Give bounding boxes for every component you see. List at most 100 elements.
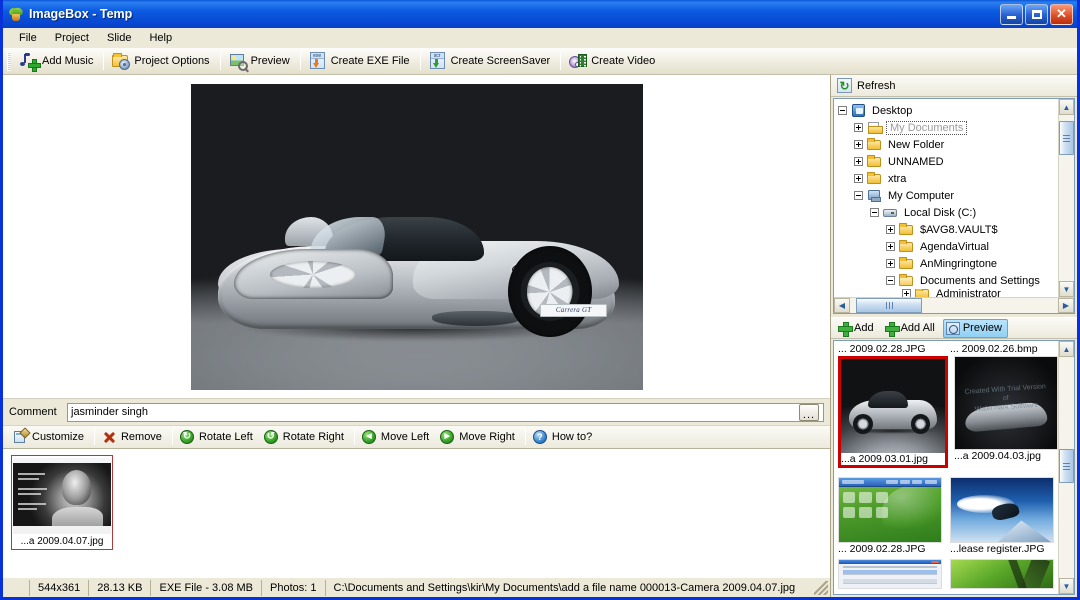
hscroll-thumb[interactable] [856,298,922,313]
scroll-left-button[interactable]: ◀ [834,298,850,313]
tree-toggle[interactable] [870,208,879,217]
menu-slide[interactable]: Slide [99,30,139,46]
tree-item-my-computer[interactable]: My Computer [838,187,1058,204]
tree-item-my-documents[interactable]: My Documents [838,119,1058,136]
scroll-thumb[interactable] [1059,121,1074,155]
thumbnails-grid[interactable]: ... 2009.02.28.JPG ... 2009.02.26.bmp ..… [834,341,1058,594]
scroll-track[interactable] [1059,115,1074,281]
refresh-label[interactable]: Refresh [857,80,896,92]
thumbnails-preview-label: Preview [962,322,1002,334]
slide-preview-area[interactable]: Carrera GT [3,75,830,399]
preview-button[interactable]: Preview [224,50,297,73]
thumbnail-item[interactable] [950,559,1056,589]
remove-button[interactable]: Remove [98,427,169,448]
move-left-button[interactable]: ◀ Move Left [358,427,436,448]
scroll-up-button[interactable]: ▲ [1059,341,1074,357]
thumbnail-caption: ... 2009.02.26.bmp [950,343,1038,355]
tree-item-label: Local Disk (C:) [904,206,977,219]
resize-grip[interactable] [814,580,828,595]
menu-file[interactable]: File [11,30,45,46]
create-video-button[interactable]: Create Video [564,50,662,73]
minimize-button[interactable] [1000,3,1023,25]
tree-toggle[interactable] [886,225,895,234]
tree-item-agendavirtual[interactable]: AgendaVirtual [838,238,1058,255]
thumbnail-image [838,477,942,543]
tree-vertical-scrollbar[interactable]: ▲ ▼ [1058,99,1074,297]
thumbnail-item[interactable]: ...lease register.JPG [950,477,1056,555]
refresh-icon [837,78,852,93]
tree-toggle[interactable] [886,259,895,268]
folder-icon [867,154,883,169]
desktop-icon [851,103,867,118]
how-to-label: How to? [551,431,593,443]
title-separator: - [92,7,97,21]
thumbnail-item-selected[interactable]: ...a 2009.03.01.jpg [838,356,948,468]
comment-browse-button[interactable]: ... [799,403,819,421]
create-screensaver-button[interactable]: scr Create ScreenSaver [424,50,558,73]
thumbnail-item[interactable] [838,559,944,589]
close-button[interactable]: ✕ [1050,3,1073,25]
menu-project[interactable]: Project [47,30,97,46]
add-music-label: Add Music [42,55,94,67]
tree-toggle[interactable] [838,106,847,115]
rotate-right-button[interactable]: ↺ Rotate Right [260,427,351,448]
add-all-label: Add All [900,322,935,334]
scroll-down-button[interactable]: ▼ [1059,578,1074,594]
hscroll-track[interactable] [850,298,1058,313]
scroll-up-button[interactable]: ▲ [1059,99,1074,115]
tree-item-administrator[interactable]: Administrator [838,289,1058,297]
status-exe-info: EXE File - 3.08 MB [151,579,263,596]
scroll-track[interactable] [1059,357,1074,578]
add-button[interactable]: Add [835,319,880,338]
tree-toggle[interactable] [854,174,863,183]
tree-item-documents-and-settings[interactable]: Documents and Settings [838,272,1058,289]
tree-item-anmingringtone[interactable]: AnMingringtone [838,255,1058,272]
tree-item-local-disk[interactable]: Local Disk (C:) [838,204,1058,221]
tree-toggle[interactable] [886,276,895,285]
add-music-button[interactable]: Add Music [15,50,100,73]
tree-item-new-folder[interactable]: New Folder [838,136,1058,153]
slide-filmstrip[interactable]: ...a 2009.04.07.jpg [3,449,830,577]
thumbnail-caption: ...lease register.JPG [950,543,1045,555]
tree-horizontal-scrollbar[interactable]: ◀ ▶ [834,297,1074,313]
tree-item-xtra[interactable]: xtra [838,170,1058,187]
move-right-button[interactable]: ▶ Move Right [436,427,522,448]
tree-toggle[interactable] [902,289,911,297]
comment-input[interactable]: jasminder singh ... [67,402,824,422]
thumbnails-vertical-scrollbar[interactable]: ▲ ▼ [1058,341,1074,594]
toolbar-grip[interactable] [7,51,11,71]
menu-help[interactable]: Help [141,30,180,46]
filmstrip-slide[interactable]: ...a 2009.04.07.jpg [11,455,113,550]
body-split: Carrera GT Comment jasminder singh ... C… [3,75,1077,597]
folder-tree[interactable]: Desktop My Documents New Folder UNNAMED … [834,99,1058,297]
add-all-button[interactable]: Add All [882,319,941,338]
help-question-icon: ? [532,429,548,445]
thumbnails-preview-toggle[interactable]: Preview [942,318,1008,338]
rotate-left-button[interactable]: ↻ Rotate Left [176,427,260,448]
project-options-button[interactable]: Project Options [107,50,216,73]
scroll-right-button[interactable]: ▶ [1058,298,1074,313]
maximize-button[interactable] [1025,3,1048,25]
thumbnail-item[interactable]: ... 2009.02.28.JPG [838,477,944,555]
thumbnail-item[interactable]: Created With Trial Version of Watermark S… [954,356,1058,468]
status-bar: 544x361 28.13 KB EXE File - 3.08 MB Phot… [3,577,830,597]
thumbnail-row [836,558,1058,589]
tree-toggle[interactable] [854,123,863,132]
tree-toggle[interactable] [886,242,895,251]
tree-toggle[interactable] [854,191,863,200]
tree-item-label: New Folder [888,138,945,151]
scroll-thumb[interactable] [1059,449,1074,483]
folder-tree-box: Desktop My Documents New Folder UNNAMED … [833,98,1075,314]
how-to-button[interactable]: ? How to? [529,427,599,448]
create-exe-button[interactable]: exe Create EXE File [304,50,417,73]
tree-item-unnamed[interactable]: UNNAMED [838,153,1058,170]
scroll-down-button[interactable]: ▼ [1059,281,1074,297]
tree-item-desktop[interactable]: Desktop [838,102,1058,119]
filmstrip-thumbnail [13,458,111,534]
tree-toggle[interactable] [854,157,863,166]
tree-item-avg-vault[interactable]: $AVG8.VAULT$ [838,221,1058,238]
my-documents-icon [867,121,883,135]
tree-toggle[interactable] [854,140,863,149]
preview-label: Preview [250,55,290,67]
customize-button[interactable]: Customize [9,426,91,448]
